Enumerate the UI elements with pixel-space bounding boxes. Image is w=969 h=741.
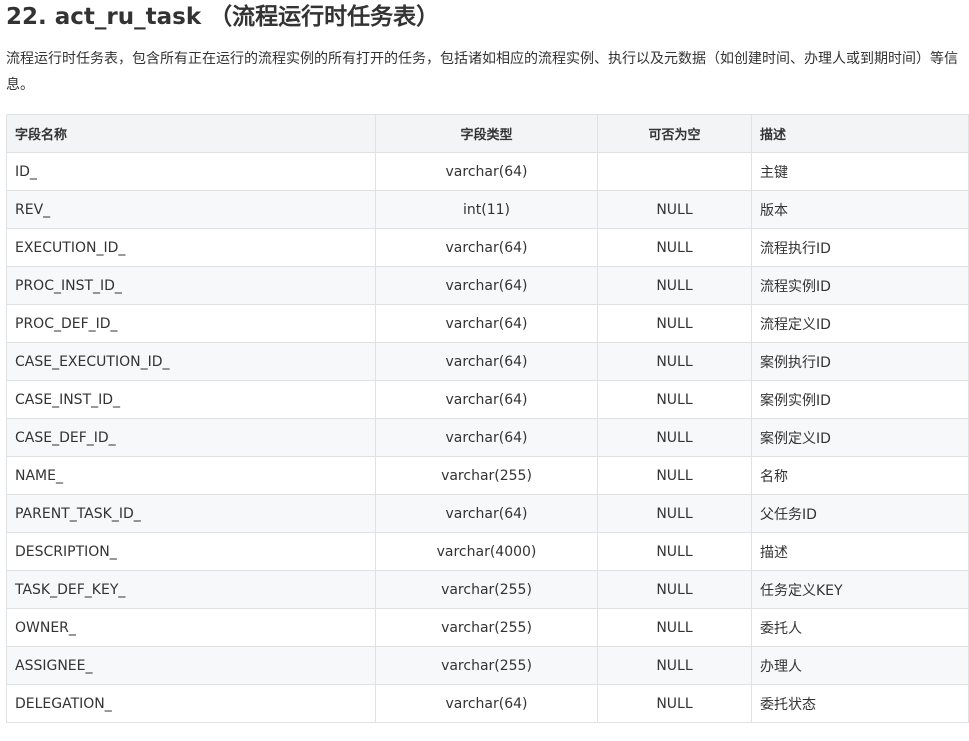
cell-field-name: EXECUTION_ID_	[6, 228, 376, 267]
cell-field-name: CASE_DEF_ID_	[6, 418, 376, 457]
section-description: 流程运行时任务表，包含所有正在运行的流程实例的所有打开的任务，包括诸如相应的流程…	[6, 51, 958, 93]
cell-nullable: NULL	[597, 494, 752, 533]
header-field-type: 字段类型	[375, 114, 598, 153]
cell-nullable: NULL	[597, 608, 752, 647]
schema-table: 字段名称 字段类型 可否为空 描述 ID_ varchar(64) 主键 REV_ in…	[6, 114, 969, 723]
cell-field-type: varchar(64)	[375, 266, 598, 305]
cell-field-name: TASK_DEF_KEY_	[6, 570, 376, 609]
document-page: 22. act_ru_task （流程运行时任务表） 流程运行时任务表，包含所有…	[0, 0, 969, 741]
table-row: TASK_DEF_KEY_ varchar(255) NULL 任务定义KEY	[6, 570, 969, 609]
cell-description: 案例实例ID	[751, 380, 969, 419]
cell-field-name: DELEGATION_	[6, 684, 376, 723]
cell-field-type: varchar(255)	[375, 608, 598, 647]
cell-field-type: varchar(64)	[375, 684, 598, 723]
cell-nullable: NULL	[597, 342, 752, 381]
cell-field-name: PROC_DEF_ID_	[6, 304, 376, 343]
table-row: CASE_INST_ID_ varchar(64) NULL 案例实例ID	[6, 380, 969, 419]
table-row: REV_ int(11) NULL 版本	[6, 190, 969, 229]
cell-description: 流程执行ID	[751, 228, 969, 267]
table-row: PROC_DEF_ID_ varchar(64) NULL 流程定义ID	[6, 304, 969, 343]
cell-nullable: NULL	[597, 418, 752, 457]
cell-field-name: CASE_EXECUTION_ID_	[6, 342, 376, 381]
cell-nullable: NULL	[597, 228, 752, 267]
cell-description: 案例执行ID	[751, 342, 969, 381]
cell-field-type: varchar(64)	[375, 380, 598, 419]
cell-field-name: ASSIGNEE_	[6, 646, 376, 685]
cell-description: 委托状态	[751, 684, 969, 723]
cell-nullable: NULL	[597, 266, 752, 305]
cell-nullable	[597, 152, 752, 191]
cell-field-name: DESCRIPTION_	[6, 532, 376, 571]
cell-description: 委托人	[751, 608, 969, 647]
cell-description: 任务定义KEY	[751, 570, 969, 609]
cell-description: 案例定义ID	[751, 418, 969, 457]
section-title: 22. act_ru_task （流程运行时任务表）	[6, 4, 440, 30]
table-row: DELEGATION_ varchar(64) NULL 委托状态	[6, 684, 969, 723]
cell-field-type: varchar(255)	[375, 570, 598, 609]
header-nullable: 可否为空	[597, 114, 752, 153]
table-row: ASSIGNEE_ varchar(255) NULL 办理人	[6, 646, 969, 685]
cell-nullable: NULL	[597, 456, 752, 495]
cell-description: 流程实例ID	[751, 266, 969, 305]
cell-description: 版本	[751, 190, 969, 229]
cell-nullable: NULL	[597, 646, 752, 685]
cell-description: 名称	[751, 456, 969, 495]
table-header: 字段名称 字段类型 可否为空 描述	[6, 114, 969, 153]
cell-field-name: ID_	[6, 152, 376, 191]
cell-field-type: varchar(64)	[375, 152, 598, 191]
cell-nullable: NULL	[597, 570, 752, 609]
cell-description: 办理人	[751, 646, 969, 685]
table-row: DESCRIPTION_ varchar(4000) NULL 描述	[6, 532, 969, 571]
cell-field-type: int(11)	[375, 190, 598, 229]
cell-field-name: PARENT_TASK_ID_	[6, 494, 376, 533]
cell-field-name: OWNER_	[6, 608, 376, 647]
header-description: 描述	[751, 114, 969, 153]
cell-field-name: CASE_INST_ID_	[6, 380, 376, 419]
table-row: ID_ varchar(64) 主键	[6, 152, 969, 191]
cell-nullable: NULL	[597, 304, 752, 343]
header-field-name: 字段名称	[6, 114, 376, 153]
table-row: NAME_ varchar(255) NULL 名称	[6, 456, 969, 495]
cell-field-type: varchar(64)	[375, 228, 598, 267]
cell-nullable: NULL	[597, 684, 752, 723]
table-row: CASE_DEF_ID_ varchar(64) NULL 案例定义ID	[6, 418, 969, 457]
cell-field-type: varchar(64)	[375, 304, 598, 343]
cell-field-type: varchar(255)	[375, 646, 598, 685]
cell-field-name: REV_	[6, 190, 376, 229]
table-row: OWNER_ varchar(255) NULL 委托人	[6, 608, 969, 647]
cell-field-type: varchar(64)	[375, 494, 598, 533]
table-body: ID_ varchar(64) 主键 REV_ int(11) NULL 版本 EXECUTI…	[6, 152, 969, 723]
cell-field-type: varchar(255)	[375, 456, 598, 495]
schema-table-container: 字段名称 字段类型 可否为空 描述 ID_ varchar(64) 主键 REV_ in…	[6, 114, 969, 723]
cell-description: 流程定义ID	[751, 304, 969, 343]
cell-nullable: NULL	[597, 190, 752, 229]
table-row: EXECUTION_ID_ varchar(64) NULL 流程执行ID	[6, 228, 969, 267]
table-row: PARENT_TASK_ID_ varchar(64) NULL 父任务ID	[6, 494, 969, 533]
cell-field-type: varchar(64)	[375, 342, 598, 381]
cell-field-type: varchar(64)	[375, 418, 598, 457]
table-row: PROC_INST_ID_ varchar(64) NULL 流程实例ID	[6, 266, 969, 305]
cell-nullable: NULL	[597, 532, 752, 571]
table-row: CASE_EXECUTION_ID_ varchar(64) NULL 案例执行ID	[6, 342, 969, 381]
cell-nullable: NULL	[597, 380, 752, 419]
cell-field-type: varchar(4000)	[375, 532, 598, 571]
cell-description: 主键	[751, 152, 969, 191]
cell-field-name: PROC_INST_ID_	[6, 266, 376, 305]
cell-description: 父任务ID	[751, 494, 969, 533]
header-row: 字段名称 字段类型 可否为空 描述	[6, 114, 969, 153]
cell-field-name: NAME_	[6, 456, 376, 495]
cell-description: 描述	[751, 532, 969, 571]
